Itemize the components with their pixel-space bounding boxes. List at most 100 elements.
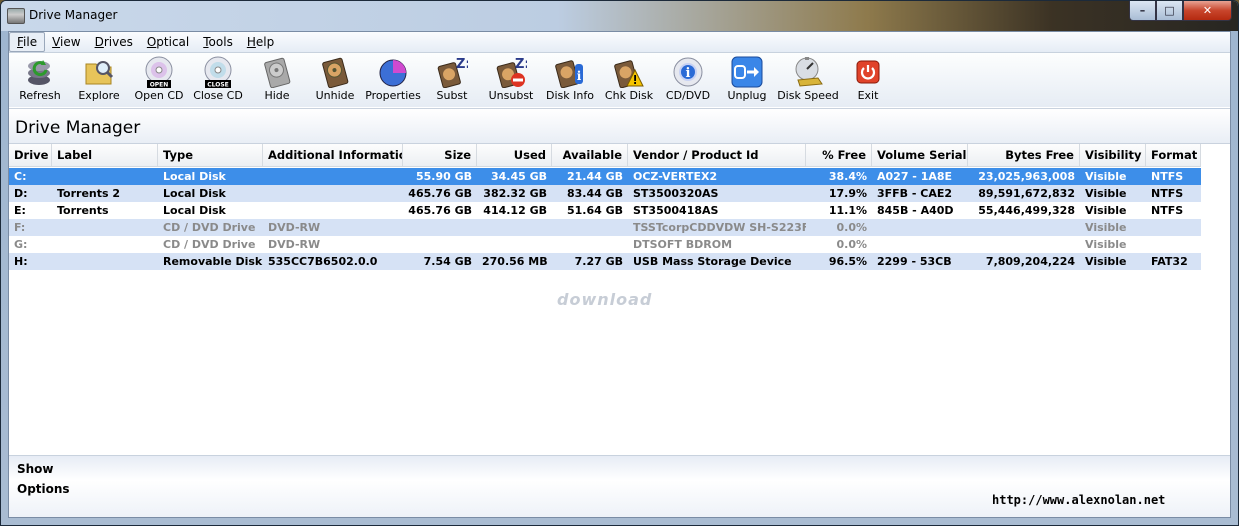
cell-drive: D: <box>14 187 28 200</box>
col-volume-serial[interactable]: Volume Serial <box>872 144 968 166</box>
unplug-icon <box>730 55 764 89</box>
toolbar-label: Chk Disk <box>604 89 654 102</box>
table-row[interactable]: C: Local Disk 55.90 GB 34.45 GB 21.44 GB OCZ-… <box>9 168 1201 185</box>
cell-percent-free: 38.4% <box>828 170 867 183</box>
caption-buttons: – □ ✕ <box>1129 1 1232 21</box>
menu-tools[interactable]: Tools <box>196 33 240 51</box>
close-cd-button[interactable]: CLOSE Close CD <box>188 55 248 102</box>
cell-vendor: USB Mass Storage Device <box>633 255 792 268</box>
cell-used: 414.12 GB <box>483 204 547 217</box>
table-row[interactable]: F: CD / DVD Drive DVD-RW TSSTcorpCDDVDW SH-… <box>9 219 1201 236</box>
col-available[interactable]: Available <box>552 144 628 166</box>
menu-file[interactable]: File <box>9 32 46 52</box>
cell-available: 7.27 GB <box>574 255 623 268</box>
toolbar-label: Explore <box>78 89 120 102</box>
cell-vendor: TSSTcorpCDDVDW SH-S223F <box>633 221 806 234</box>
cell-bytes-free: 7,809,204,224 <box>985 255 1075 268</box>
close-button[interactable]: ✕ <box>1183 1 1232 21</box>
cell-bytes-free: 89,591,672,832 <box>978 187 1075 200</box>
unplug-button[interactable]: Unplug <box>718 55 776 102</box>
website-link[interactable]: http://www.alexnolan.net <box>992 493 1165 507</box>
col-format[interactable]: Format <box>1146 144 1201 166</box>
cell-drive: C: <box>14 170 27 183</box>
svg-text:i: i <box>686 66 691 81</box>
subst-button[interactable]: Z: Subst <box>422 55 482 102</box>
cell-volume-serial: A027 - 1A8E <box>877 170 953 183</box>
show-link[interactable]: Show <box>17 462 54 476</box>
cell-size: 7.54 GB <box>423 255 472 268</box>
cell-available <box>552 219 628 236</box>
col-label[interactable]: Label <box>52 144 158 166</box>
menu-view[interactable]: View <box>45 33 87 51</box>
close-cd-icon: CLOSE <box>201 55 235 89</box>
cell-used <box>477 219 552 236</box>
refresh-button[interactable]: Refresh <box>12 55 68 102</box>
cell-bytes-free <box>968 219 1080 236</box>
col-type[interactable]: Type <box>158 144 263 166</box>
col-additional-info[interactable]: Additional Information <box>263 144 403 166</box>
options-link[interactable]: Options <box>17 482 70 496</box>
col-drive[interactable]: Drive <box>9 144 52 166</box>
col-visibility[interactable]: Visibility <box>1080 144 1146 166</box>
drive-grid[interactable]: download Drive Label Type Additional Inf… <box>9 144 1230 454</box>
col-vendor[interactable]: Vendor / Product Id <box>628 144 806 166</box>
menu-bar: File View Drives Optical Tools Help <box>9 32 1230 53</box>
disk-speed-icon <box>791 55 825 89</box>
cell-percent-free: 17.9% <box>828 187 867 200</box>
menu-optical[interactable]: Optical <box>140 33 196 51</box>
toolbar-label: Open CD <box>134 89 184 102</box>
table-row[interactable]: H: Removable Disk 535CC7B6502.0.0 7.54 GB 27… <box>9 253 1201 270</box>
cell-visibility: Visible <box>1085 170 1127 183</box>
menu-drives[interactable]: Drives <box>88 33 140 51</box>
unsubst-button[interactable]: Z: Unsubst <box>482 55 540 102</box>
cell-size <box>403 236 477 253</box>
cell-bytes-free: 23,025,963,008 <box>978 170 1075 183</box>
table-row[interactable]: E: Torrents Local Disk 465.76 GB 414.12 GB 51… <box>9 202 1201 219</box>
hide-button[interactable]: Hide <box>248 55 306 102</box>
cell-size <box>403 219 477 236</box>
cd-dvd-button[interactable]: i CD/DVD <box>658 55 718 102</box>
col-bytes-free[interactable]: Bytes Free <box>968 144 1080 166</box>
cell-additional-info: DVD-RW <box>268 238 321 251</box>
toolbar-label: Exit <box>857 89 879 102</box>
svg-text:Z:: Z: <box>515 57 527 72</box>
chk-disk-button[interactable]: Chk Disk <box>600 55 658 102</box>
cell-additional-info <box>263 168 403 185</box>
cell-label <box>52 253 158 270</box>
cell-used: 382.32 GB <box>483 187 547 200</box>
cell-percent-free: 0.0% <box>836 238 867 251</box>
cell-label <box>52 219 158 236</box>
minimize-button[interactable]: – <box>1129 1 1156 21</box>
maximize-button[interactable]: □ <box>1156 1 1183 21</box>
cell-available: 51.64 GB <box>566 204 623 217</box>
explore-button[interactable]: Explore <box>68 55 130 102</box>
cell-type: Local Disk <box>163 187 226 200</box>
properties-button[interactable]: Properties <box>364 55 422 102</box>
col-used[interactable]: Used <box>477 144 552 166</box>
cell-additional-info <box>263 202 403 219</box>
grid-header: Drive Label Type Additional Information … <box>9 144 1201 167</box>
cell-visibility: Visible <box>1085 221 1127 234</box>
cell-format: NTFS <box>1151 204 1184 217</box>
exit-button[interactable]: Exit <box>840 55 896 102</box>
cell-available <box>552 236 628 253</box>
cell-used: 34.45 GB <box>490 170 547 183</box>
cell-used: 270.56 MB <box>482 255 548 268</box>
open-cd-button[interactable]: OPEN Open CD <box>130 55 188 102</box>
cell-type: Local Disk <box>163 204 226 217</box>
title-bar[interactable]: Drive Manager – □ ✕ <box>1 1 1238 31</box>
disk-info-button[interactable]: i Disk Info <box>540 55 600 102</box>
col-size[interactable]: Size <box>403 144 477 166</box>
cell-format <box>1146 236 1201 253</box>
table-row[interactable]: D: Torrents 2 Local Disk 465.76 GB 382.32 GB… <box>9 185 1201 202</box>
disk-speed-button[interactable]: Disk Speed <box>776 55 840 102</box>
page-header: Drive Manager <box>9 108 1230 144</box>
cell-volume-serial <box>872 219 968 236</box>
unhide-button[interactable]: Unhide <box>306 55 364 102</box>
menu-help[interactable]: Help <box>240 33 281 51</box>
cell-drive: H: <box>14 255 28 268</box>
cell-size: 465.76 GB <box>408 187 472 200</box>
table-row[interactable]: G: CD / DVD Drive DVD-RW DTSOFT BDROM 0.0% Vi… <box>9 236 1201 253</box>
cell-available: 83.44 GB <box>566 187 623 200</box>
col-percent-free[interactable]: % Free <box>806 144 872 166</box>
